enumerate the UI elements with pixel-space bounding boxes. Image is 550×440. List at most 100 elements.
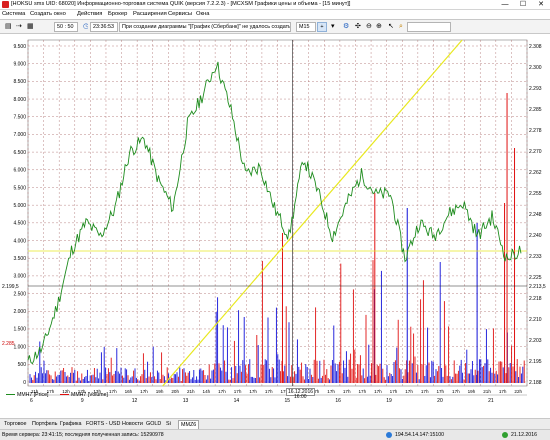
menu-item-create-window[interactable]: Создать окно [30,11,66,17]
crosshair-time-tag: 16:00 [294,394,307,400]
menu-item-actions[interactable]: Действия [77,11,102,17]
new-window-icon[interactable]: ▤ [2,22,12,32]
hour-tick-label: 17h [140,389,148,394]
day-tick-label: 13 [183,398,189,404]
server-time-status: Время сервера: 23:41:15; последняя получ… [2,432,164,438]
volume-axis-label: 2.248 [529,212,542,218]
hour-tick-label: 19h [156,389,164,394]
price-axis-label: 1.500 [13,327,26,333]
legend-price-label: MMH7 [Price] [17,392,49,398]
price-volume-chart[interactable]: 9.500 9.000 8.500 8.000 7.500 7.000 6.500 6.000… [0,34,550,418]
volume-axis-label: 2.278 [529,128,542,134]
status-date: 21.12.2016 [511,432,537,438]
legend-price: MMH7 [Price] [6,392,48,398]
tab-news[interactable]: Новости [120,420,145,429]
volume-axis-label: 2.285 [529,107,542,113]
day-tick-label: 19 [386,398,392,404]
connection-icon [386,432,392,438]
day-tick-label: 9 [81,398,84,404]
price-axis-label: 8.000 [13,97,26,103]
hour-tick-label: 17h [390,389,398,394]
legend-volume-swatch [60,393,69,396]
volume-axis-label: 2.225 [529,275,542,281]
price-axis-label: 1.000 [13,344,26,350]
hour-tick-label: 19h [468,389,476,394]
settings-icon[interactable]: ⚙ [340,22,350,32]
menu-item-broker[interactable]: Брокер [108,11,127,17]
server-ip: 194.54.14.147:15100 [395,432,445,438]
cursor-icon[interactable]: ↖ [385,22,395,32]
server-time-field: 23:36:53 [90,22,118,32]
price-axis-label: 9.000 [13,61,26,67]
zoom-out-icon[interactable]: ⊖ [363,22,373,32]
search-icon[interactable]: ⌕ [396,22,406,32]
clock-icon: ◷ [83,23,89,30]
scale-field[interactable]: 50 : 50 [54,22,78,32]
search-input[interactable] [407,22,451,32]
menu-item-extensions[interactable]: Расширения [133,11,167,17]
legend-volume-label: MMH7 [Volume] [71,392,108,398]
chart-window[interactable]: 9.500 9.000 8.500 8.000 7.500 7.000 6.500 6.000… [0,34,550,418]
tab-trading[interactable]: Торговое [2,420,29,429]
crosshair-price-label: 2.199,5 [2,284,19,290]
volume-axis-label: 2.233 [529,254,542,260]
volume-axis-label: 2.255 [529,191,542,197]
workspace-tabs: Торговое Портфель Графика FORTS - USD Но… [0,418,550,429]
hour-tick-label: 22h [514,389,522,394]
price-axis-label: 2.000 [13,309,26,315]
menu-item-services[interactable]: Сервисы [168,11,192,17]
legend-price-swatch [6,393,15,396]
menu-item-windows[interactable]: Окна [196,11,209,17]
menu-bar: Система Создать окно Действия Брокер Рас… [0,10,550,20]
price-axis-label: 9.500 [13,44,26,50]
price-axis-label: 2.500 [13,291,26,297]
arrow-icon[interactable]: ⇢ [13,22,23,32]
tab-graphics[interactable]: Графика [58,420,84,429]
grid-icon[interactable]: ▦ [24,22,34,32]
level-label: 2.285 [2,341,15,347]
crosshair-volume-label: 2.213,5 [529,284,546,290]
hour-tick-label: 17h [499,389,507,394]
zoom-in-icon[interactable]: ⊕ [373,22,383,32]
status-bar: Время сервера: 23:41:15; последняя получ… [0,429,550,440]
close-button[interactable]: ✕ [532,0,550,10]
hour-tick-label: 17h [452,389,460,394]
maximize-button[interactable]: ☐ [514,0,532,10]
menu-item-system[interactable]: Система [2,11,25,17]
dropdown-icon[interactable]: ▾ [328,22,337,32]
minimize-button[interactable]: — [496,0,514,10]
day-tick-label: 14 [234,398,240,404]
toolbar: ▤ ⇢ ▦ 50 : 50 ◷ 23:36:53 При создании ди… [0,20,550,34]
price-axis-label: 6.500 [13,150,26,156]
hour-tick-label: 20h [171,389,179,394]
volume-axis-label: 2.210 [529,317,542,323]
hour-tick-label: 17h [234,389,242,394]
message-field: При создании диаграммы "[График (Сбербан… [119,22,291,32]
hour-tick-label: 17h [218,389,226,394]
quik-app-icon [2,1,9,8]
hour-tick-label: 17h [109,389,117,394]
volume-axis-label: 2.308 [529,44,542,50]
crosshair-icon[interactable]: ✣ [352,22,362,32]
tab-mmz6[interactable]: MMZ6 [178,420,200,429]
add-button[interactable]: + [317,22,327,32]
legend-volume: MMH7 [Volume] [60,392,108,398]
day-tick-label: 16 [335,398,341,404]
volume-axis-label: 2.240 [529,233,542,239]
hour-tick-label: 17h [374,389,382,394]
price-axis-label: 500 [18,362,27,368]
price-axis-label: 0 [23,380,26,386]
day-tick-label: 6 [30,398,33,404]
tab-gold[interactable]: GOLD [144,420,163,429]
volume-axis-label: 2.195 [529,359,542,365]
tab-si[interactable]: Si [164,420,173,429]
hour-tick-label: 17h [436,389,444,394]
tab-portfolio[interactable]: Портфель [30,420,59,429]
volume-axis-label: 2.262 [529,170,542,176]
tab-forts-usd[interactable]: FORTS - USD [84,420,122,429]
online-status-icon [502,432,508,438]
interval-select[interactable]: M15 [296,22,316,32]
hour-tick-label: 17h [327,389,335,394]
hour-tick-label: 17h [358,389,366,394]
hour-tick-label: 21h [187,389,195,394]
